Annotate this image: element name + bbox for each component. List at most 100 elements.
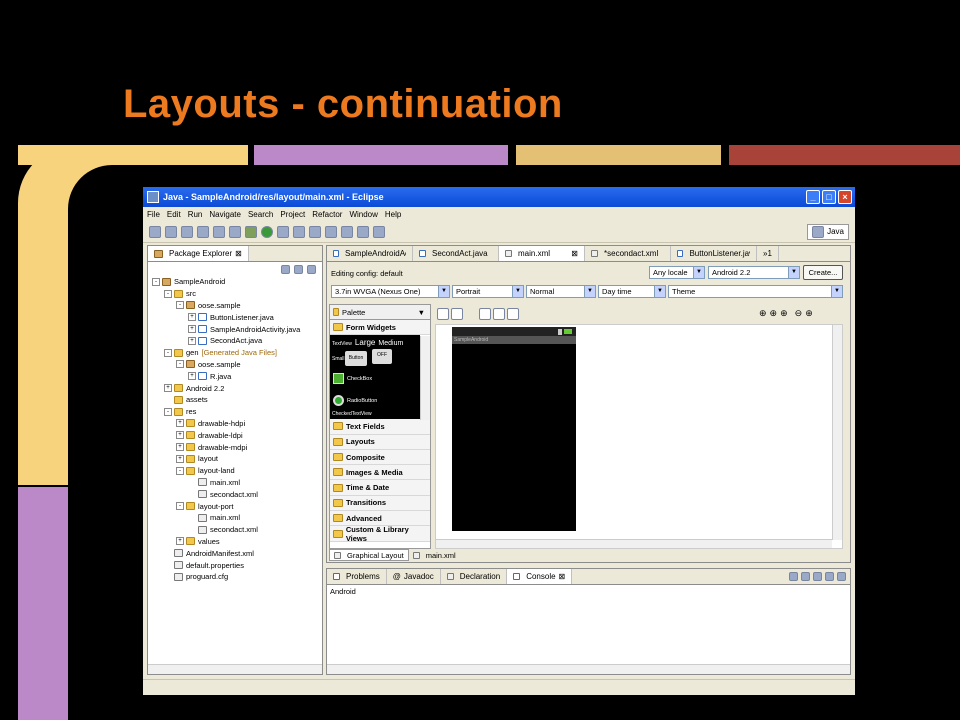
tree-item[interactable]: + SampleAndroidActivity.java	[152, 323, 322, 335]
menu-help[interactable]: Help	[385, 210, 401, 219]
print-icon[interactable]	[197, 225, 209, 238]
collapse-icon[interactable]: -	[152, 277, 160, 286]
editor-tab[interactable]: SecondAct.java	[413, 246, 499, 261]
time-select[interactable]: Day time ▼	[598, 285, 666, 298]
palette-scrollbar[interactable]	[420, 336, 430, 420]
palette-category-images-media[interactable]: Images & Media	[330, 465, 430, 481]
console-scrollbar[interactable]	[327, 664, 850, 674]
tree-item[interactable]: + Android 2.2	[152, 382, 322, 394]
tree-item[interactable]: assets	[152, 394, 322, 406]
widget-small-text[interactable]: Small	[332, 356, 345, 362]
device-select[interactable]: 3.7in WVGA (Nexus One) ▼	[331, 285, 450, 298]
collapse-icon[interactable]: -	[164, 348, 172, 357]
canvas-vertical-scrollbar[interactable]	[832, 325, 842, 540]
tree-item[interactable]: proguard.cfg	[152, 571, 322, 583]
palette-category-text-fields[interactable]: Text Fields	[330, 419, 430, 435]
expand-icon[interactable]: +	[188, 313, 196, 322]
collapse-icon[interactable]: -	[176, 301, 184, 310]
tree-item[interactable]: - gen [Generated Java Files]	[152, 347, 322, 359]
collapse-icon[interactable]: -	[176, 360, 184, 369]
android-sdk-icon[interactable]	[213, 225, 225, 238]
perspective-switcher[interactable]: Java	[807, 223, 849, 240]
forward-icon[interactable]	[373, 225, 385, 238]
tree-item[interactable]: default.properties	[152, 559, 322, 571]
widget-medium-text[interactable]: Medium	[378, 340, 403, 347]
orientation-select[interactable]: Portrait ▼	[452, 285, 524, 298]
expand-icon[interactable]: +	[188, 372, 196, 381]
menu-search[interactable]: Search	[248, 210, 273, 219]
tab-declaration[interactable]: Declaration	[441, 569, 508, 584]
open-console-icon[interactable]	[837, 572, 846, 581]
tree-item[interactable]: + ButtonListener.java	[152, 311, 322, 323]
tree-item[interactable]: - SampleAndroid	[152, 276, 322, 288]
tab-problems[interactable]: Problems	[327, 569, 387, 584]
widget-checkedtextview[interactable]: CheckedTextView	[332, 411, 372, 417]
widget-toggle-button[interactable]: OFF	[372, 349, 392, 365]
minimize-button[interactable]: _	[806, 190, 820, 204]
widget-textview[interactable]: TextView	[332, 341, 352, 347]
widget-radiobutton[interactable]: RadioButton	[347, 398, 377, 404]
editor-tab[interactable]: SampleAndroidActivit	[327, 246, 413, 261]
menu-refactor[interactable]: Refactor	[312, 210, 342, 219]
target-select[interactable]: Android 2.2 ▼	[708, 266, 800, 279]
new-android-project-icon[interactable]	[165, 225, 177, 238]
tree-item[interactable]: AndroidManifest.xml	[152, 547, 322, 559]
tree-item[interactable]: secondact.xml	[152, 488, 322, 500]
tree-item[interactable]: + SecondAct.java	[152, 335, 322, 347]
palette-category-transitions[interactable]: Transitions	[330, 495, 430, 512]
maximize-button[interactable]: □	[822, 190, 836, 204]
tree-item[interactable]: + values	[152, 536, 322, 548]
collapse-all-icon[interactable]	[281, 264, 290, 274]
editor-tab[interactable]: main.xml ⊠	[499, 246, 585, 261]
tab-graphical-layout[interactable]: Graphical Layout	[329, 549, 409, 561]
close-icon[interactable]: ⊠	[235, 249, 242, 258]
locale-select[interactable]: Any locale ▼	[649, 266, 705, 279]
collapse-icon[interactable]: -	[176, 466, 184, 475]
baseline-icon[interactable]	[507, 308, 519, 320]
tree-item[interactable]: - oose.sample	[152, 359, 322, 371]
collapse-icon[interactable]: -	[176, 502, 184, 511]
scroll-lock-icon[interactable]	[801, 572, 810, 581]
zoom-actual-icon[interactable]: ⊕	[780, 308, 788, 319]
widget-large-text[interactable]: Large	[355, 338, 375, 347]
tree-item[interactable]: - layout-land	[152, 465, 322, 477]
editor-tab-overflow[interactable]: »1	[757, 246, 779, 261]
back-icon[interactable]	[357, 225, 369, 238]
tree-item[interactable]: - oose.sample	[152, 300, 322, 312]
menu-run[interactable]: Run	[188, 210, 203, 219]
expand-icon[interactable]: +	[176, 419, 184, 428]
fill-width-icon[interactable]	[479, 308, 491, 320]
checkbox-icon[interactable]	[333, 373, 344, 385]
zoom-in-icon[interactable]: ⊕	[805, 308, 813, 319]
collapse-icon[interactable]: -	[164, 289, 172, 298]
layout-vertical-icon[interactable]	[451, 308, 463, 320]
expand-icon[interactable]: +	[188, 336, 196, 345]
expand-icon[interactable]: +	[176, 454, 184, 463]
zoom-real-size-icon[interactable]: ⊕	[770, 308, 778, 319]
pin-console-icon[interactable]	[813, 572, 822, 581]
tab-package-explorer[interactable]: Package Explorer ⊠	[148, 246, 249, 261]
next-annotation-icon[interactable]	[341, 225, 353, 238]
search-icon[interactable]	[325, 225, 337, 238]
editor-tab[interactable]: *secondact.xml	[585, 246, 671, 261]
radio-icon[interactable]	[333, 395, 344, 407]
editor-tab[interactable]: ButtonListener.java	[671, 246, 757, 261]
layout-canvas[interactable]: SampleAndroid	[435, 324, 843, 549]
run-icon[interactable]	[261, 225, 273, 238]
display-console-icon[interactable]	[825, 572, 834, 581]
palette-category-layouts[interactable]: Layouts	[330, 434, 430, 450]
menu-project[interactable]: Project	[280, 210, 305, 219]
tree-item[interactable]: secondact.xml	[152, 524, 322, 536]
palette-category-composite[interactable]: Composite	[330, 449, 430, 466]
expand-icon[interactable]: +	[164, 384, 172, 393]
new-icon[interactable]	[149, 225, 161, 238]
link-editor-icon[interactable]	[294, 264, 303, 274]
open-type-icon[interactable]	[309, 225, 321, 238]
menu-window[interactable]: Window	[349, 210, 377, 219]
device-screen[interactable]: SampleAndroid	[452, 327, 576, 531]
tab-console[interactable]: Console ⊠	[507, 569, 573, 584]
canvas-horizontal-scrollbar[interactable]	[436, 539, 832, 548]
palette-category-form-widgets[interactable]: Form Widgets	[330, 320, 430, 336]
widget-checkbox[interactable]: CheckBox	[347, 376, 372, 382]
tree-item[interactable]: + R.java	[152, 370, 322, 382]
